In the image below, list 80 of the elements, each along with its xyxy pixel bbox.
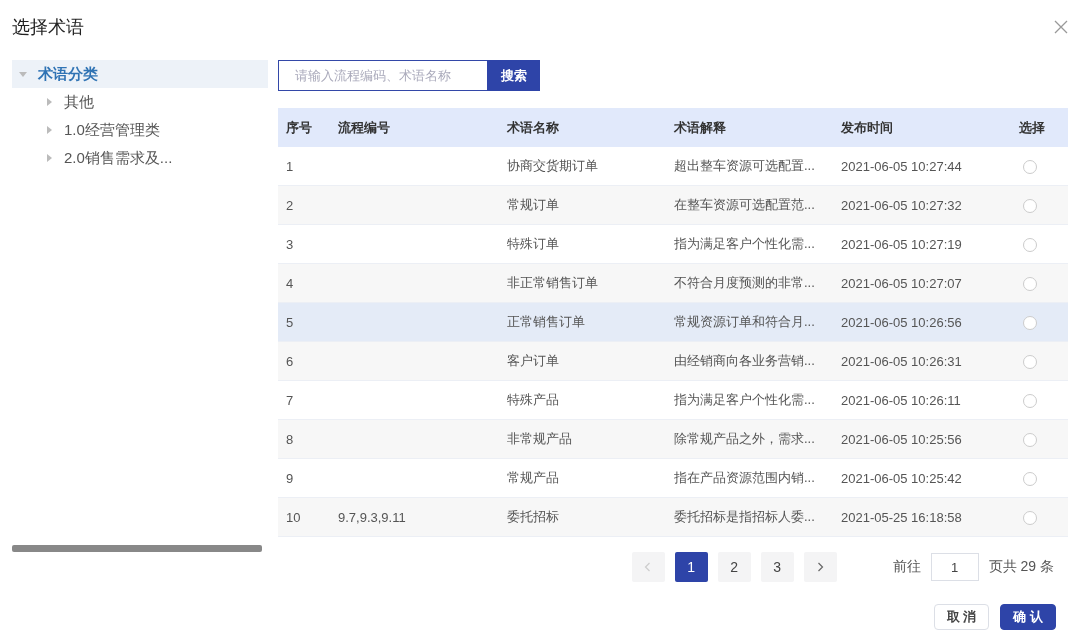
table-cell: 2021-06-05 10:26:31 <box>841 353 962 369</box>
table-cell: 7 <box>286 392 294 408</box>
table-cell: 2 <box>286 197 294 213</box>
tree-item[interactable]: 其他 <box>12 88 268 116</box>
table-cell: 1 <box>286 158 294 174</box>
confirm-button[interactable]: 确 认 <box>1000 604 1056 630</box>
chevron-right-icon <box>815 562 826 572</box>
table-cell: 2021-06-05 10:27:44 <box>841 158 962 174</box>
table-cell: 常规资源订单和符合月... <box>674 314 815 329</box>
radio-button[interactable] <box>1023 393 1037 408</box>
table-cell: 特殊产品 <box>507 392 559 407</box>
cancel-button[interactable]: 取 消 <box>933 604 990 630</box>
table-cell: 2021-05-25 16:18:58 <box>841 509 962 525</box>
caret-icon[interactable] <box>44 125 54 135</box>
search-button[interactable]: 搜索 <box>487 60 540 91</box>
column-header: 术语名称 <box>499 108 666 147</box>
table-cell: 指为满足客户个性化需... <box>674 392 815 407</box>
radio-button[interactable] <box>1023 198 1037 213</box>
column-header: 选择 <box>1011 108 1068 147</box>
table-cell: 2021-06-05 10:25:42 <box>841 470 962 486</box>
column-header: 序号 <box>278 108 330 147</box>
table-cell: 特殊订单 <box>507 236 559 251</box>
table-cell: 10 <box>286 509 301 525</box>
radio-button[interactable] <box>1023 432 1037 447</box>
table-cell: 常规订单 <box>507 197 559 212</box>
table-cell: 9.7,9.3,9.11 <box>338 509 406 525</box>
table-cell: 常规产品 <box>507 470 559 485</box>
page-button[interactable]: 1 <box>674 552 708 582</box>
caret-icon[interactable] <box>44 97 54 107</box>
table-cell: 2021-06-05 10:26:11 <box>841 392 961 408</box>
caret-icon[interactable] <box>18 69 28 79</box>
next-page-button[interactable] <box>803 552 837 582</box>
table-cell: 2021-06-05 10:26:56 <box>841 314 962 330</box>
table-cell: 协商交货期订单 <box>507 158 598 173</box>
table-cell: 2021-06-05 10:27:19 <box>841 236 962 252</box>
radio-button[interactable] <box>1023 471 1037 486</box>
column-header: 流程编号 <box>330 108 499 147</box>
table-cell: 不符合月度预测的非常... <box>674 275 815 290</box>
table-cell: 非正常销售订单 <box>507 275 598 290</box>
table-cell: 由经销商向各业务营销... <box>674 353 815 368</box>
tree-item[interactable]: 术语分类 <box>12 60 268 88</box>
table-cell: 2021-06-05 10:27:32 <box>841 197 962 213</box>
search-field[interactable]: 请输入流程编码、术语名称 <box>278 60 487 91</box>
tree-item[interactable]: 1.0经营管理类 <box>12 116 268 144</box>
radio-button[interactable] <box>1023 276 1037 291</box>
page-button[interactable]: 3 <box>760 552 794 582</box>
column-header: 发布时间 <box>833 108 1011 147</box>
goto-label: 前往 <box>892 558 921 576</box>
page-input[interactable]: 1 <box>930 553 979 581</box>
table-cell: 6 <box>286 353 294 369</box>
dialog-title: 选择术语 <box>12 16 84 39</box>
radio-button[interactable] <box>1023 315 1037 330</box>
radio-button[interactable] <box>1023 510 1037 525</box>
page-button[interactable]: 2 <box>717 552 751 582</box>
table-cell: 9 <box>286 470 294 486</box>
table-cell: 非常规产品 <box>507 431 572 446</box>
table-cell: 3 <box>286 236 294 252</box>
radio-button[interactable] <box>1023 354 1037 369</box>
scrollbar[interactable] <box>12 545 262 552</box>
tree-item[interactable]: 2.0销售需求及... <box>12 144 268 172</box>
table-cell: 4 <box>286 275 294 291</box>
close-icon[interactable] <box>1054 20 1068 34</box>
radio-button[interactable] <box>1023 237 1037 252</box>
table-cell: 正常销售订单 <box>507 314 585 329</box>
table-cell: 2021-06-05 10:27:07 <box>841 275 962 291</box>
table-cell: 委托招标 <box>507 509 559 524</box>
radio-button[interactable] <box>1023 159 1037 174</box>
table-cell: 客户订单 <box>507 353 559 368</box>
caret-icon[interactable] <box>44 153 54 163</box>
table-cell: 8 <box>286 431 294 447</box>
table-cell: 指在产品资源范围内销... <box>674 470 815 485</box>
table-cell: 委托招标是指招标人委... <box>674 509 815 524</box>
table-cell: 5 <box>286 314 294 330</box>
table-cell: 超出整车资源可选配置... <box>674 158 815 173</box>
table-cell: 除常规产品之外，需求... <box>674 431 815 446</box>
table-cell: 2021-06-05 10:25:56 <box>841 431 962 447</box>
table-cell: 在整车资源可选配置范... <box>674 197 815 212</box>
table-cell: 指为满足客户个性化需... <box>674 236 815 251</box>
column-header: 术语解释 <box>666 108 833 147</box>
total-count: 页共 29 条 <box>988 558 1054 576</box>
